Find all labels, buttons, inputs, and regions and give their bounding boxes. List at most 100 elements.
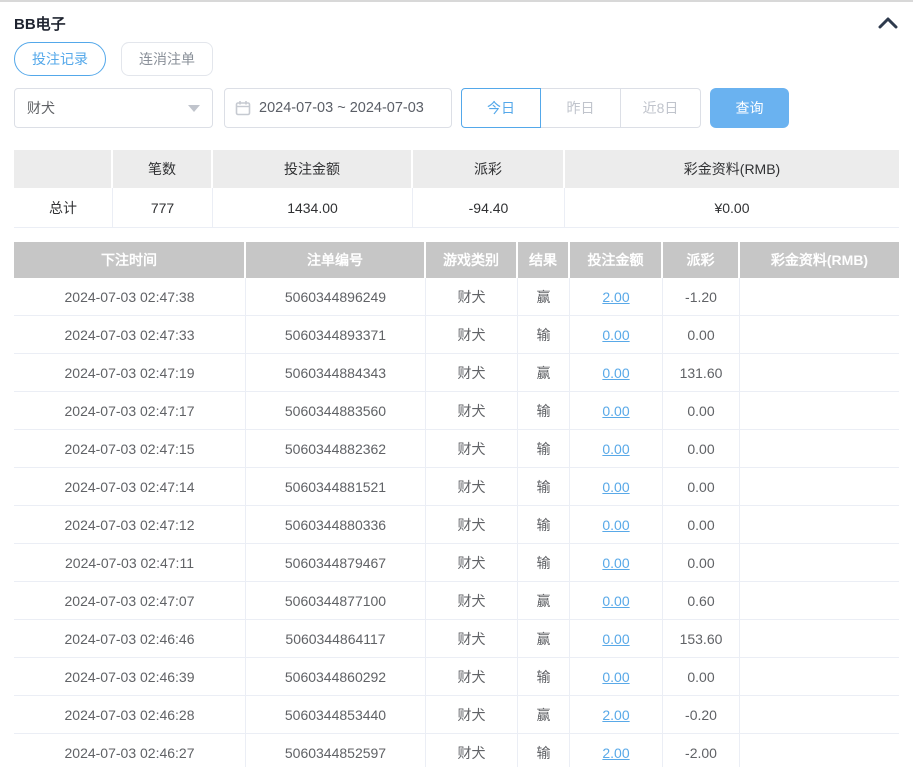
- filter-bar: 财犬 2024-07-03 ~ 2024-07-03 今日 昨日 近8日 查询: [14, 88, 899, 128]
- chevron-down-icon: [188, 104, 200, 112]
- yesterday-button[interactable]: 昨日: [541, 88, 621, 128]
- order-id-cell: 5060344884343: [246, 354, 426, 392]
- payout-cell: 0.60: [663, 582, 740, 620]
- header-payout: 派彩: [663, 242, 740, 278]
- date-range-input[interactable]: 2024-07-03 ~ 2024-07-03: [224, 88, 452, 128]
- payout-cell: 0.00: [663, 544, 740, 582]
- game-type-cell: 财犬: [426, 430, 518, 468]
- bonus-cell: [740, 506, 899, 544]
- game-type-cell: 财犬: [426, 696, 518, 734]
- header-bonus: 彩金资料(RMB): [740, 242, 899, 278]
- header-bet-amount: 投注金额: [570, 242, 663, 278]
- order-id-cell: 5060344860292: [246, 658, 426, 696]
- game-type-cell: 财犬: [426, 316, 518, 354]
- tab-bet-records[interactable]: 投注记录: [14, 42, 106, 76]
- order-id-cell: 5060344882362: [246, 430, 426, 468]
- payout-cell: 0.00: [663, 658, 740, 696]
- bet-amount-link[interactable]: 0.00: [602, 365, 629, 381]
- table-row: 2024-07-03 02:46:27 5060344852597 财犬输 2.00 -…: [14, 734, 899, 767]
- result-cell: 输: [518, 544, 570, 582]
- bet-amount-link[interactable]: 0.00: [602, 593, 629, 609]
- order-id-cell: 5060344883560: [246, 392, 426, 430]
- order-id-cell: 5060344896249: [246, 278, 426, 316]
- bet-time-cell: 2024-07-03 02:47:15: [14, 430, 246, 468]
- bet-amount-link[interactable]: 0.00: [602, 403, 629, 419]
- summary-total-count: 777: [113, 188, 213, 228]
- result-cell: 输: [518, 316, 570, 354]
- game-type-cell: 财犬: [426, 506, 518, 544]
- last-8-days-button[interactable]: 近8日: [621, 88, 701, 128]
- table-row: 2024-07-03 02:47:38 5060344896249 财犬赢 2.00 -…: [14, 278, 899, 316]
- bet-amount-cell: 0.00: [570, 392, 663, 430]
- bet-amount-link[interactable]: 0.00: [602, 517, 629, 533]
- bet-time-cell: 2024-07-03 02:47:33: [14, 316, 246, 354]
- table-row: 2024-07-03 02:47:07 5060344877100 财犬赢 0.00 0…: [14, 582, 899, 620]
- chevron-up-icon: [878, 17, 898, 29]
- result-cell: 输: [518, 506, 570, 544]
- game-type-cell: 财犬: [426, 354, 518, 392]
- summary-total-label: 总计: [14, 188, 113, 228]
- result-cell: 赢: [518, 620, 570, 658]
- bonus-cell: [740, 430, 899, 468]
- table-row: 2024-07-03 02:46:28 5060344853440 财犬赢 2.00 -…: [14, 696, 899, 734]
- order-id-cell: 5060344852597: [246, 734, 426, 767]
- order-id-cell: 5060344880336: [246, 506, 426, 544]
- bet-records-table: 下注时间 注单编号 游戏类别 结果 投注金额 派彩 彩金资料(RMB) 2024…: [14, 242, 899, 767]
- summary-header-bonus: 彩金资料(RMB): [565, 150, 899, 188]
- bet-time-cell: 2024-07-03 02:47:19: [14, 354, 246, 392]
- header-order-id: 注单编号: [246, 242, 426, 278]
- game-select[interactable]: 财犬: [14, 88, 213, 128]
- order-id-cell: 5060344893371: [246, 316, 426, 354]
- today-button[interactable]: 今日: [461, 88, 541, 128]
- bonus-cell: [740, 734, 899, 767]
- bonus-cell: [740, 316, 899, 354]
- bonus-cell: [740, 468, 899, 506]
- bet-amount-link[interactable]: 0.00: [602, 441, 629, 457]
- bet-amount-cell: 0.00: [570, 354, 663, 392]
- bonus-cell: [740, 392, 899, 430]
- table-row: 2024-07-03 02:47:11 5060344879467 财犬输 0.00 0…: [14, 544, 899, 582]
- tab-cancelled-orders[interactable]: 连消注单: [121, 42, 213, 76]
- bet-amount-link[interactable]: 0.00: [602, 327, 629, 343]
- payout-cell: -0.20: [663, 696, 740, 734]
- bonus-cell: [740, 278, 899, 316]
- bet-time-cell: 2024-07-03 02:47:11: [14, 544, 246, 582]
- game-type-cell: 财犬: [426, 278, 518, 316]
- header-bet-time: 下注时间: [14, 242, 246, 278]
- result-cell: 输: [518, 392, 570, 430]
- bet-amount-cell: 0.00: [570, 316, 663, 354]
- result-cell: 赢: [518, 354, 570, 392]
- bet-amount-cell: 0.00: [570, 468, 663, 506]
- bonus-cell: [740, 354, 899, 392]
- payout-cell: 0.00: [663, 316, 740, 354]
- game-type-cell: 财犬: [426, 620, 518, 658]
- bet-amount-cell: 0.00: [570, 620, 663, 658]
- payout-cell: -2.00: [663, 734, 740, 767]
- bet-amount-link[interactable]: 2.00: [602, 707, 629, 723]
- result-cell: 赢: [518, 278, 570, 316]
- bet-amount-link[interactable]: 2.00: [602, 289, 629, 305]
- result-cell: 赢: [518, 582, 570, 620]
- bet-amount-cell: 2.00: [570, 696, 663, 734]
- bet-time-cell: 2024-07-03 02:47:14: [14, 468, 246, 506]
- bet-amount-link[interactable]: 0.00: [602, 669, 629, 685]
- bet-time-cell: 2024-07-03 02:47:38: [14, 278, 246, 316]
- game-type-cell: 财犬: [426, 734, 518, 767]
- query-button[interactable]: 查询: [710, 88, 789, 128]
- bet-amount-link[interactable]: 2.00: [602, 745, 629, 761]
- summary-total-payout: -94.40: [413, 188, 565, 228]
- bet-amount-link[interactable]: 0.00: [602, 479, 629, 495]
- order-id-cell: 5060344864117: [246, 620, 426, 658]
- payout-cell: -1.20: [663, 278, 740, 316]
- summary-total-bet-amount: 1434.00: [213, 188, 413, 228]
- order-id-cell: 5060344879467: [246, 544, 426, 582]
- summary-header-row: 笔数 投注金额 派彩 彩金资料(RMB): [14, 150, 899, 188]
- collapse-panel-button[interactable]: [877, 12, 899, 34]
- bonus-cell: [740, 620, 899, 658]
- game-select-value: 财犬: [27, 100, 55, 116]
- bet-amount-link[interactable]: 0.00: [602, 555, 629, 571]
- summary-total-row: 总计 777 1434.00 -94.40 ¥0.00: [14, 188, 899, 228]
- bet-amount-cell: 2.00: [570, 278, 663, 316]
- game-type-cell: 财犬: [426, 658, 518, 696]
- bet-amount-link[interactable]: 0.00: [602, 631, 629, 647]
